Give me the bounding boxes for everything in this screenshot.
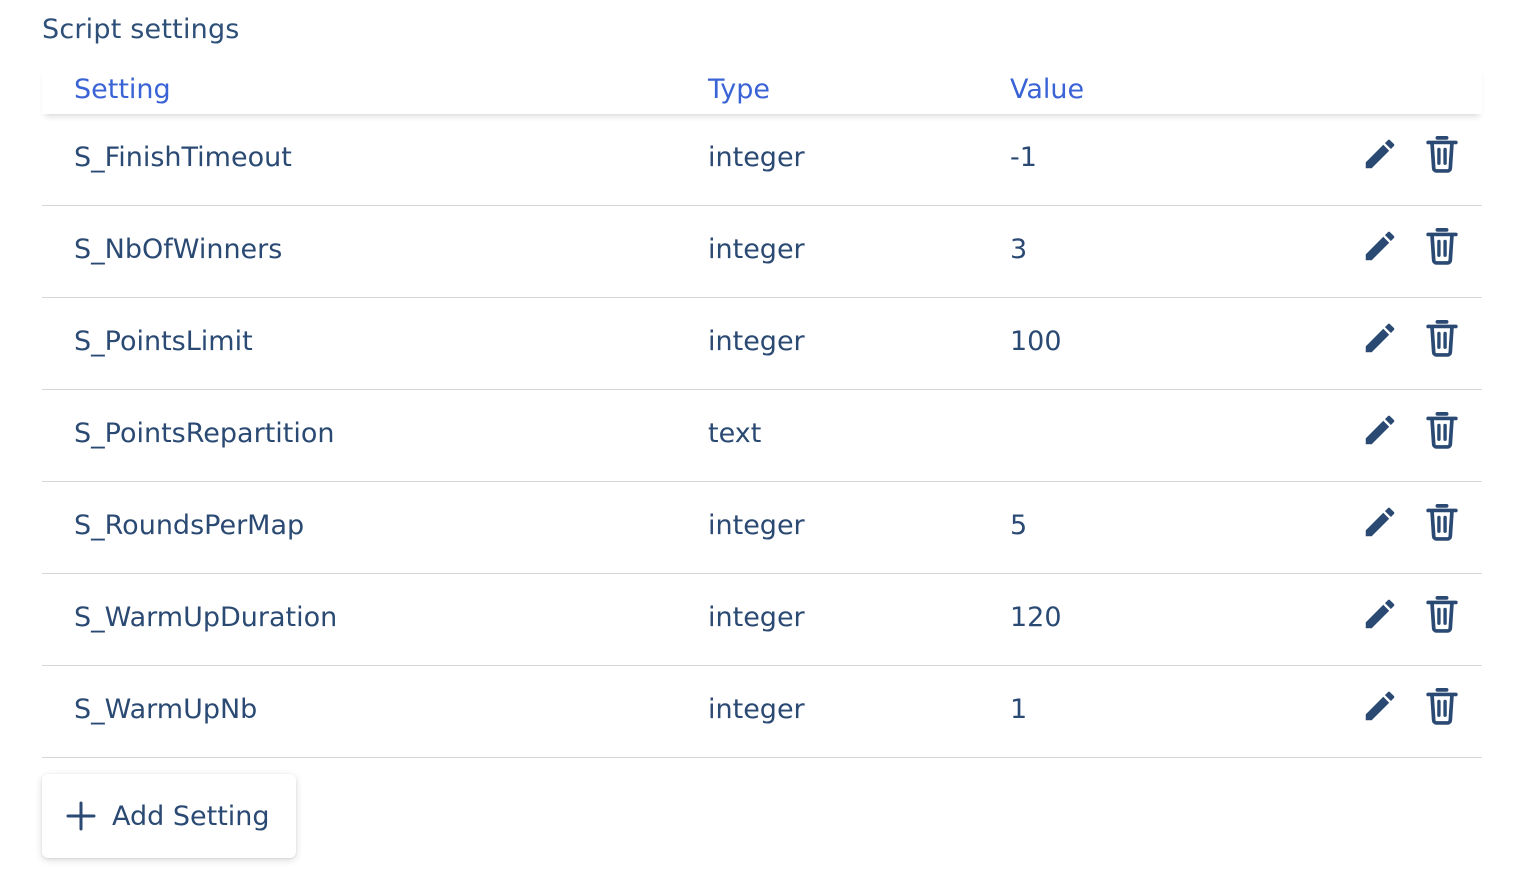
pencil-icon xyxy=(1365,691,1395,721)
delete-button[interactable] xyxy=(1422,410,1462,450)
add-setting-button[interactable]: Add Setting xyxy=(42,774,296,858)
table-row-3: S_PointsLimit integer 100 xyxy=(42,298,1482,390)
cell-setting: S_WarmUpDuration xyxy=(74,602,338,633)
edit-button[interactable] xyxy=(1360,410,1400,450)
trash-icon xyxy=(1426,504,1458,541)
cell-type: integer xyxy=(708,326,805,357)
delete-button[interactable] xyxy=(1422,318,1462,358)
trash-icon xyxy=(1426,688,1458,725)
cell-value: 1 xyxy=(1010,694,1028,725)
pencil-icon xyxy=(1365,323,1395,353)
edit-button[interactable] xyxy=(1360,502,1400,542)
header-type[interactable]: Type xyxy=(708,74,770,105)
cell-setting: S_FinishTimeout xyxy=(74,142,292,173)
pencil-icon xyxy=(1365,231,1395,261)
row-actions xyxy=(1360,686,1462,726)
table-body: S_FinishTimeout integer -1 S_NbOfWinners… xyxy=(42,114,1482,758)
pencil-icon xyxy=(1365,139,1395,169)
pencil-icon xyxy=(1365,507,1395,537)
cell-type: integer xyxy=(708,694,805,725)
row-actions xyxy=(1360,134,1462,174)
delete-button[interactable] xyxy=(1422,594,1462,634)
table-header: Setting Type Value xyxy=(42,66,1482,114)
settings-table: Setting Type Value S_FinishTimeout integ… xyxy=(42,66,1482,758)
cell-setting: S_NbOfWinners xyxy=(74,234,283,265)
cell-value: 3 xyxy=(1010,234,1028,265)
cell-type: integer xyxy=(708,602,805,633)
row-actions xyxy=(1360,410,1462,450)
delete-button[interactable] xyxy=(1422,134,1462,174)
header-setting[interactable]: Setting xyxy=(74,74,171,105)
row-actions xyxy=(1360,502,1462,542)
table-row-1: S_FinishTimeout integer -1 xyxy=(42,114,1482,206)
header-value[interactable]: Value xyxy=(1010,74,1084,105)
trash-icon xyxy=(1426,136,1458,173)
edit-button[interactable] xyxy=(1360,594,1400,634)
cell-type: text xyxy=(708,418,762,449)
edit-button[interactable] xyxy=(1360,226,1400,266)
row-actions xyxy=(1360,594,1462,634)
cell-type: integer xyxy=(708,142,805,173)
cell-setting: S_RoundsPerMap xyxy=(74,510,305,541)
pencil-icon xyxy=(1365,415,1395,445)
trash-icon xyxy=(1426,320,1458,357)
cell-type: integer xyxy=(708,510,805,541)
edit-button[interactable] xyxy=(1360,686,1400,726)
add-setting-label: Add Setting xyxy=(112,800,270,832)
row-actions xyxy=(1360,318,1462,358)
table-row-5: S_RoundsPerMap integer 5 xyxy=(42,482,1482,574)
cell-type: integer xyxy=(708,234,805,265)
edit-button[interactable] xyxy=(1360,134,1400,174)
cell-setting: S_WarmUpNb xyxy=(74,694,258,725)
cell-value: 5 xyxy=(1010,510,1028,541)
cell-value: -1 xyxy=(1010,142,1037,173)
cell-value: 120 xyxy=(1010,602,1062,633)
section-title: Script settings xyxy=(42,14,240,45)
table-row-2: S_NbOfWinners integer 3 xyxy=(42,206,1482,298)
table-row-7: S_WarmUpNb integer 1 xyxy=(42,666,1482,758)
trash-icon xyxy=(1426,412,1458,449)
cell-setting: S_PointsRepartition xyxy=(74,418,335,449)
trash-icon xyxy=(1426,228,1458,265)
delete-button[interactable] xyxy=(1422,226,1462,266)
trash-icon xyxy=(1426,596,1458,633)
delete-button[interactable] xyxy=(1422,502,1462,542)
cell-setting: S_PointsLimit xyxy=(74,326,253,357)
cell-value: 100 xyxy=(1010,326,1062,357)
pencil-icon xyxy=(1365,599,1395,629)
edit-button[interactable] xyxy=(1360,318,1400,358)
plus-icon xyxy=(66,801,96,831)
table-row-6: S_WarmUpDuration integer 120 xyxy=(42,574,1482,666)
row-actions xyxy=(1360,226,1462,266)
table-row-4: S_PointsRepartition text xyxy=(42,390,1482,482)
delete-button[interactable] xyxy=(1422,686,1462,726)
